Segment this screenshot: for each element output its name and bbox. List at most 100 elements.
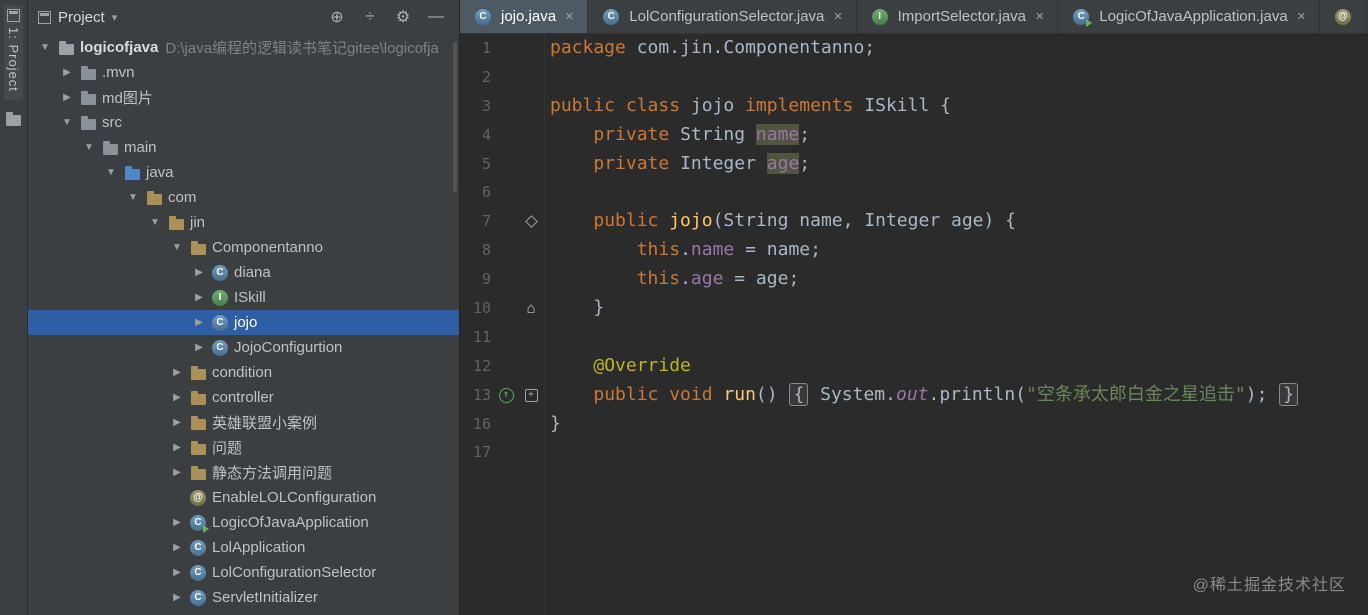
editor-tab[interactable]: C LolConfigurationSelector.java ✕ (588, 0, 857, 33)
editor-tab[interactable]: C LogicOfJavaApplication.java ✕ (1058, 0, 1320, 33)
fold-column (518, 121, 544, 150)
tree-item[interactable]: ▶ C LolApplication (28, 535, 459, 560)
code-line: 13 ↑ + public void run() { System.out.prin… (460, 381, 1368, 410)
close-icon[interactable]: ✕ (1297, 10, 1306, 23)
tree-expand-arrow[interactable]: ▶ (188, 342, 210, 353)
settings-icon[interactable]: ⚙ (390, 7, 416, 27)
tree-item[interactable]: ▶ .mvn (28, 60, 459, 85)
tree-item[interactable]: ▶ 问题 (28, 435, 459, 460)
editor-tab[interactable]: Cjojo.java ✕ (460, 0, 589, 33)
code-line: 16} (460, 410, 1368, 439)
tree-expand-arrow[interactable]: ▼ (78, 142, 100, 153)
fold-marker-icon[interactable]: + (524, 388, 538, 402)
tree-item[interactable]: ▼ com (28, 185, 459, 210)
tree-item[interactable]: ▶ controller (28, 385, 459, 410)
tree-expand-arrow[interactable]: ▶ (56, 67, 78, 78)
class-icon: C (212, 264, 228, 281)
tree-expand-arrow[interactable]: ▶ (188, 267, 210, 278)
tree-item[interactable]: ▼ java (28, 160, 459, 185)
chevron-down-icon[interactable]: ▾ (112, 11, 118, 24)
class-icon: C (190, 539, 206, 556)
package-icon (190, 365, 206, 380)
tree-item[interactable]: ▶ Cjojo (28, 310, 459, 335)
code-line: 2 (460, 63, 1368, 92)
tree-item-label: diana (234, 264, 271, 281)
tree-item[interactable]: ▼ src (28, 110, 459, 135)
tree-expand-arrow[interactable]: ▶ (56, 92, 78, 103)
package-icon (168, 215, 184, 230)
project-tool-window-button[interactable]: 1: Project (4, 5, 23, 100)
close-icon[interactable]: ✕ (833, 10, 842, 23)
tree-item[interactable]: ▼ main (28, 135, 459, 160)
tree-item[interactable]: ▼ jin (28, 210, 459, 235)
code-token: String (680, 123, 756, 145)
tree-item[interactable]: ▶ C LogicOfJavaApplication (28, 510, 459, 535)
package-icon (190, 440, 206, 455)
editor-tab[interactable]: I ImportSelector.java ✕ (857, 0, 1059, 33)
code-token: public class (550, 94, 691, 116)
tree-expand-arrow[interactable]: ▶ (166, 467, 188, 478)
tree-item[interactable]: ▶ condition (28, 360, 459, 385)
tree-expand-arrow[interactable]: ▼ (144, 217, 166, 228)
tab-label: LolConfigurationSelector.java (629, 8, 825, 25)
override-gutter-icon[interactable]: ↑ (498, 387, 514, 403)
home-gutter-icon[interactable]: ⌂ (526, 294, 535, 323)
tree-expand-arrow[interactable]: ▶ (166, 367, 188, 378)
close-icon[interactable]: ✕ (1035, 10, 1044, 23)
fold-column: ⌂ (518, 294, 544, 323)
editor-tab[interactable]: @ (1320, 0, 1367, 33)
package-icon (190, 390, 206, 405)
tree-expand-arrow[interactable]: ▶ (166, 442, 188, 453)
project-panel-title[interactable]: Project (58, 9, 105, 26)
tree-expand-arrow[interactable]: ▶ (166, 567, 188, 578)
tree-item[interactable]: ▶ 英雄联盟小案例 (28, 410, 459, 435)
tree-item[interactable]: ▶ C ServletInitializer (28, 585, 459, 610)
tree-expand-arrow[interactable]: ▶ (166, 417, 188, 428)
tool-window-icon (7, 9, 20, 22)
code-line: 11 (460, 323, 1368, 352)
tree-expand-arrow[interactable]: ▶ (166, 392, 188, 403)
tree-expand-arrow[interactable]: ▼ (56, 117, 78, 128)
code-token: age (690, 268, 724, 290)
tree-item[interactable]: ▶ 静态方法调用问题 (28, 460, 459, 485)
project-icon (58, 40, 74, 55)
locate-file-icon[interactable]: ⊕ (324, 7, 350, 27)
diamond-gutter-icon[interactable] (524, 215, 538, 229)
tree-expand-arrow[interactable]: ▶ (166, 592, 188, 603)
tree-item-label: Componentanno (212, 239, 323, 256)
tree-item-path: D:\java编程的逻辑读书笔记gitee\logicofja (165, 40, 439, 57)
fold-column (518, 352, 544, 381)
code-token: = age; (723, 268, 800, 290)
tree-expand-arrow[interactable]: ▶ (188, 317, 210, 328)
folder-tool-button[interactable] (6, 111, 21, 131)
tree-item[interactable]: ▼ Componentanno (28, 235, 459, 260)
tree-item[interactable]: ▶ Cdiana (28, 260, 459, 285)
tree-item[interactable]: ▶ md图片 (28, 85, 459, 110)
code-token: this (636, 239, 681, 261)
tree-item[interactable]: ▶ I ISkill (28, 285, 459, 310)
code-line: 8 this.name = name; (460, 236, 1368, 265)
tree-expand-arrow[interactable]: ▶ (188, 292, 210, 303)
collapse-all-icon[interactable]: ÷ (357, 8, 383, 26)
tree-expand-arrow[interactable]: ▼ (166, 242, 188, 253)
tree-item[interactable]: ▶ C LolConfigurationSelector (28, 560, 459, 585)
tree-item[interactable]: @ EnableLOLConfiguration (28, 485, 459, 510)
tree-item[interactable]: ▼ logicofjava D:\java编程的逻辑读书笔记gitee\logico… (28, 35, 459, 60)
hide-panel-icon[interactable]: — (423, 8, 449, 26)
close-icon[interactable]: ✕ (565, 10, 574, 23)
tree-item-label: ServletInitializer (212, 589, 318, 606)
tree-expand-arrow[interactable]: ▼ (100, 167, 122, 178)
code-token: ISkill { (864, 94, 951, 116)
code-token: ; (799, 123, 811, 145)
tree-expand-arrow[interactable]: ▶ (166, 542, 188, 553)
tree-item[interactable]: ▶ C JojoConfigurtion (28, 335, 459, 360)
tree-scrollbar[interactable] (453, 42, 457, 192)
folder-icon (80, 90, 96, 105)
tree-expand-arrow[interactable]: ▶ (166, 517, 188, 528)
class-icon: C (603, 8, 620, 25)
tree-expand-arrow[interactable]: ▼ (122, 192, 144, 203)
code-token: run (723, 383, 756, 405)
code-editor[interactable]: 1 package com.jin.Componentanno; 2 3 public … (460, 34, 1368, 615)
code-token: ; (799, 152, 811, 174)
tree-expand-arrow[interactable]: ▼ (34, 42, 56, 53)
